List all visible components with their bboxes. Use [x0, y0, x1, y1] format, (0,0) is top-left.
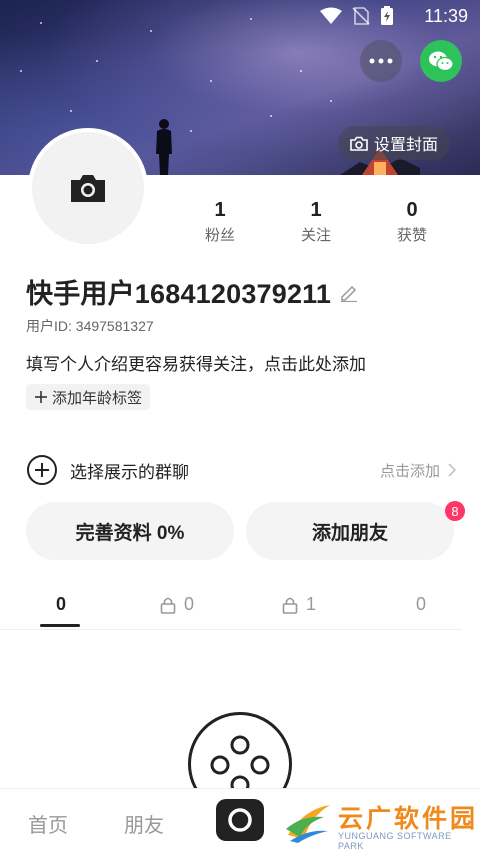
more-button[interactable]	[360, 40, 402, 82]
plus-icon	[35, 391, 47, 403]
wechat-icon	[429, 51, 454, 72]
add-friends-button[interactable]: 添加朋友	[246, 502, 454, 560]
tab-works[interactable]: 0	[56, 594, 66, 615]
tab-count: 0	[184, 594, 195, 614]
profile-stats: 1 粉丝 1 关注 0 获赞	[172, 198, 472, 245]
stat-label: 获赞	[396, 227, 427, 244]
stat-label: 关注	[300, 227, 331, 244]
tab-count: 1	[306, 594, 317, 614]
stat-value: 1	[310, 199, 322, 221]
shoot-button[interactable]	[216, 799, 264, 841]
tab-private[interactable]: 0	[160, 594, 194, 615]
battery-charging-icon	[381, 6, 393, 25]
nav-friends[interactable]: 朋友	[124, 809, 164, 838]
status-time: 11:39	[424, 6, 468, 26]
group-chat-label: 选择展示的群聊	[70, 462, 189, 482]
set-cover-label: 设置封面	[374, 137, 439, 154]
username: 快手用户1684120379211	[26, 279, 332, 309]
complete-profile-button[interactable]: 完善资料 0%	[26, 502, 234, 560]
wifi-icon	[320, 7, 342, 24]
camera-icon	[71, 175, 105, 202]
group-chat-action-label: 点击添加	[379, 462, 440, 480]
no-sim-icon	[352, 7, 370, 25]
camera-icon	[350, 136, 368, 151]
tab-count: 0	[416, 594, 427, 614]
stat-likes[interactable]: 0 获赞	[364, 198, 460, 245]
user-id: 用户ID: 3497581327	[26, 318, 154, 334]
edit-pencil-icon[interactable]	[339, 282, 359, 302]
set-cover-button[interactable]: 设置封面	[338, 126, 451, 160]
stat-value: 0	[406, 199, 418, 221]
add-age-tag-button[interactable]: 添加年龄标签	[26, 384, 151, 410]
watermark-title: 云广软件园	[338, 804, 479, 833]
add-circle-icon	[27, 455, 57, 485]
stat-following[interactable]: 1 关注	[268, 198, 364, 245]
watermark: 云广软件园 YUNGUANG SOFTWARE PARK	[284, 797, 480, 851]
tab-likes[interactable]: 1	[282, 594, 316, 615]
group-chat-action[interactable]: 点击添加	[380, 460, 456, 481]
lock-icon	[282, 597, 298, 614]
age-tag-label: 添加年龄标签	[52, 389, 143, 407]
stat-value: 1	[214, 199, 226, 221]
status-bar: 11:39	[0, 0, 480, 34]
lock-icon	[160, 597, 176, 614]
group-chat-row[interactable]: 选择展示的群聊 点击添加	[26, 452, 456, 488]
more-dots-icon	[369, 58, 393, 64]
tab-collections[interactable]: 0	[416, 594, 426, 615]
stat-followers[interactable]: 1 粉丝	[172, 198, 268, 245]
chevron-right-icon	[448, 463, 456, 477]
content-tabs: 0 0 1 0	[0, 586, 480, 630]
silhouette-person	[156, 119, 172, 175]
bio-prompt[interactable]: 填写个人介绍更容易获得关注，点击此处添加	[26, 350, 366, 375]
shutter-icon	[228, 808, 252, 832]
nav-home[interactable]: 首页	[28, 809, 68, 838]
watermark-subtitle: YUNGUANG SOFTWARE PARK	[338, 831, 452, 851]
active-tab-indicator	[40, 624, 80, 627]
divider	[0, 629, 462, 630]
stat-label: 粉丝	[204, 227, 235, 244]
bottom-nav: 首页 朋友 云广软件园 YUNGUANG SOFTWARE PARK	[0, 788, 480, 853]
wechat-share-button[interactable]	[420, 40, 462, 82]
avatar[interactable]	[28, 128, 148, 248]
watermark-logo	[286, 805, 330, 843]
tab-count: 0	[56, 594, 67, 614]
notification-badge: 8	[445, 501, 465, 521]
username-row: 快手用户1684120379211	[26, 272, 359, 311]
